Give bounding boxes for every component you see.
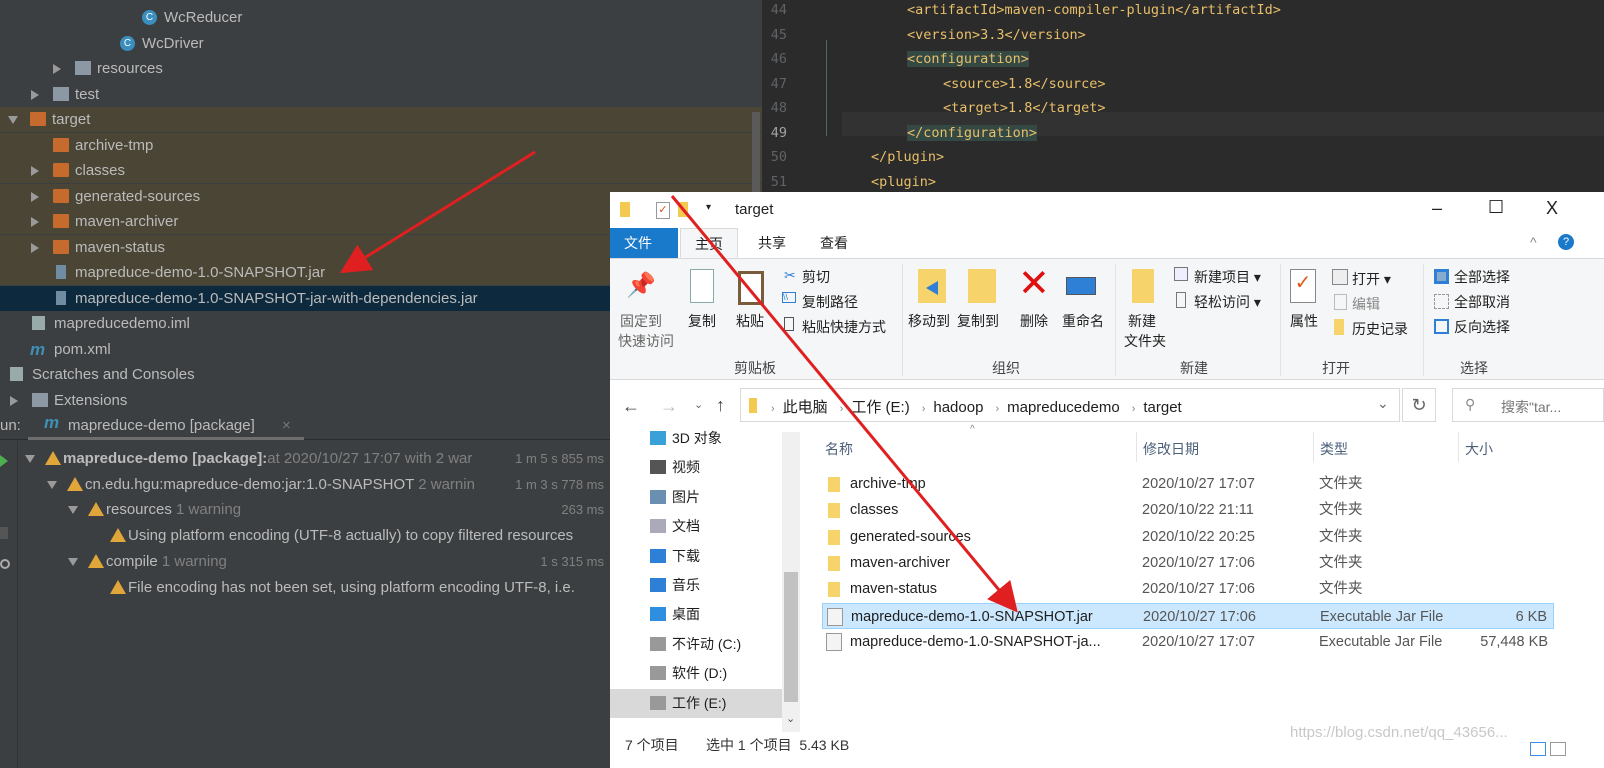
red-arrow-to-jar-in-explorer: [670, 195, 1018, 613]
red-arrow-to-jar-in-tree: [339, 150, 536, 274]
annotation-arrows: [339, 150, 1018, 613]
